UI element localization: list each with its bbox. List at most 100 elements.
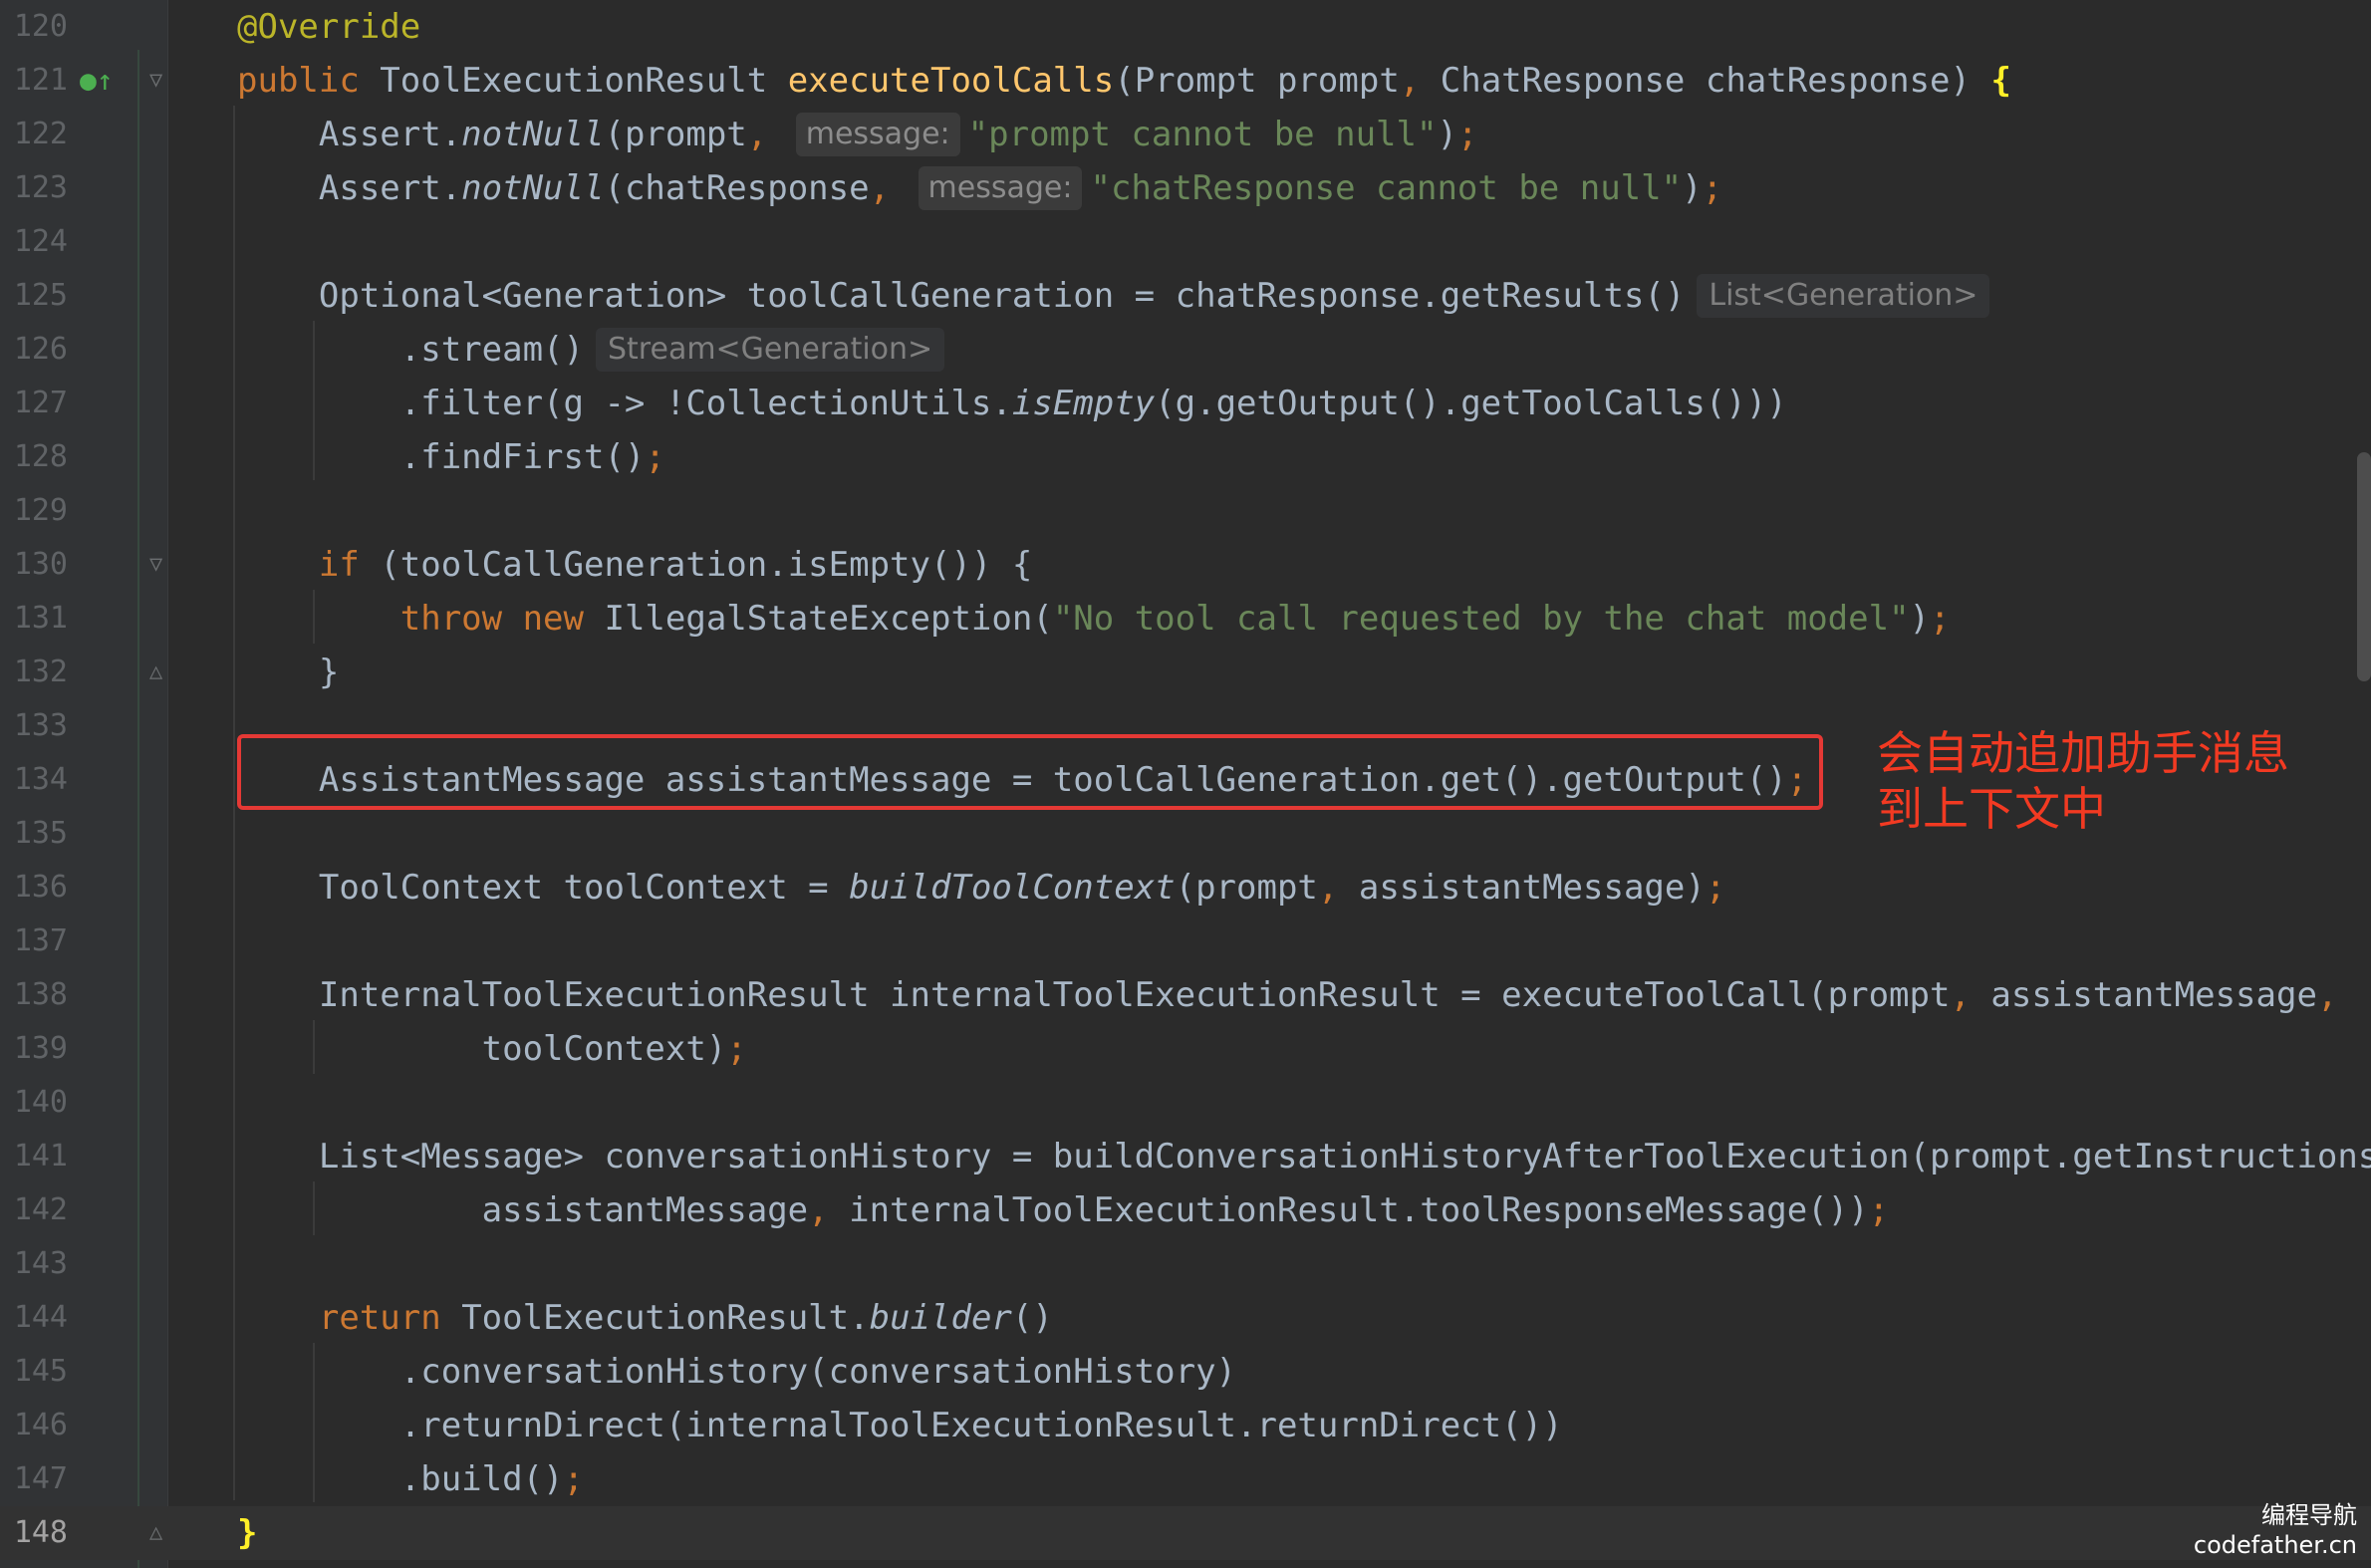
line-number: 135 — [13, 816, 68, 851]
code-line[interactable]: 143 — [0, 1237, 2371, 1291]
fold-icon[interactable]: ▽ — [149, 554, 171, 576]
code-line[interactable]: 140 — [0, 1076, 2371, 1130]
code-line[interactable]: 141 List<Message> conversationHistory = … — [0, 1130, 2371, 1183]
code-token: ; — [1705, 868, 1726, 908]
code-line[interactable]: 130 if (toolCallGeneration.isEmpty()) { — [0, 538, 2371, 592]
code-line[interactable]: 139 toolContext); — [0, 1022, 2371, 1076]
code-text[interactable]: if (toolCallGeneration.isEmpty()) { — [237, 538, 1032, 592]
code-text[interactable]: .findFirst(); — [237, 430, 665, 484]
code-token: , — [1317, 868, 1359, 908]
code-token: .returnDirect(internalToolExecutionResul… — [237, 1406, 1563, 1445]
code-text[interactable]: .build(); — [237, 1452, 584, 1506]
line-number: 146 — [13, 1408, 68, 1442]
code-editor[interactable]: 120 @Override 121 public ToolExecutionResul… — [0, 0, 2371, 1568]
code-token: .filter(g -> !CollectionUtils. — [237, 384, 1012, 423]
override-method-icon[interactable]: ●↑ — [80, 54, 114, 108]
code-line[interactable]: 122 Assert.notNull(prompt, message: "prom… — [0, 108, 2371, 161]
line-number: 147 — [13, 1461, 68, 1496]
code-line[interactable]: 144 return ToolExecutionResult.builder() — [0, 1291, 2371, 1345]
code-text[interactable]: .stream() Stream<Generation> — [237, 323, 945, 377]
code-token: () — [1011, 1298, 1053, 1338]
code-token: "prompt cannot be null" — [967, 115, 1438, 154]
line-number: 142 — [13, 1192, 68, 1227]
code-token: InternalToolExecutionResult internalTool… — [237, 975, 1951, 1015]
code-line[interactable]: 123 Assert.notNull(chatResponse, message… — [0, 161, 2371, 215]
code-token: (Prompt prompt — [1114, 61, 1400, 101]
code-text[interactable]: } — [237, 1506, 257, 1560]
code-text[interactable]: Optional<Generation> toolCallGeneration … — [237, 269, 1990, 323]
code-text[interactable]: List<Message> conversationHistory = buil… — [237, 1130, 2371, 1183]
annotation-line-2: 到上下文中 — [1877, 782, 2106, 836]
code-text[interactable]: toolContext); — [237, 1022, 747, 1076]
code-token: assistantMessage — [1990, 975, 2317, 1015]
code-line[interactable]: 126 .stream() Stream<Generation> — [0, 323, 2371, 377]
code-token: , — [808, 1190, 850, 1230]
line-number: 145 — [13, 1354, 68, 1389]
code-text[interactable]: public ToolExecutionResult executeToolCa… — [237, 54, 2011, 108]
code-line[interactable]: 148} — [0, 1506, 2371, 1560]
code-token: executeToolCalls — [787, 61, 1115, 101]
code-token: , — [1950, 975, 1991, 1015]
code-text[interactable]: throw new IllegalStateException("No tool… — [237, 592, 1951, 646]
code-line[interactable]: 136 ToolContext toolContext = buildToolC… — [0, 861, 2371, 915]
code-line[interactable]: 132 } — [0, 646, 2371, 699]
line-number: 134 — [13, 762, 68, 797]
code-text[interactable]: } — [237, 646, 339, 699]
code-text[interactable]: .returnDirect(internalToolExecutionResul… — [237, 1399, 1563, 1452]
code-token: internalToolExecutionResult.toolResponse… — [849, 1190, 1869, 1230]
line-number: 126 — [13, 332, 68, 367]
code-text[interactable]: return ToolExecutionResult.builder() — [237, 1291, 1053, 1345]
code-line[interactable]: 125 Optional<Generation> toolCallGenerat… — [0, 269, 2371, 323]
fold-icon[interactable]: ▽ — [149, 70, 171, 92]
code-token: (toolCallGeneration.isEmpty()) { — [380, 545, 1033, 585]
code-text[interactable]: .conversationHistory(conversationHistory… — [237, 1345, 1236, 1399]
code-token: ; — [1930, 599, 1951, 639]
code-text[interactable]: Assert.notNull(prompt, message: "prompt c… — [237, 108, 1477, 161]
code-line[interactable]: 128 .findFirst(); — [0, 430, 2371, 484]
line-number: 120 — [13, 9, 68, 44]
code-token: ) — [1682, 168, 1703, 208]
fold-end-icon[interactable]: △ — [149, 661, 171, 683]
code-line[interactable]: 127 .filter(g -> !CollectionUtils.isEmpt… — [0, 377, 2371, 430]
vertical-scrollbar[interactable] — [2357, 452, 2371, 681]
line-number: 140 — [13, 1085, 68, 1120]
code-token: Assert. — [237, 115, 462, 154]
code-line[interactable]: 129 — [0, 484, 2371, 538]
code-text[interactable]: Assert.notNull(chatResponse, message: "ch… — [237, 161, 1722, 215]
line-number: 125 — [13, 278, 68, 313]
code-line[interactable]: 147 .build(); — [0, 1452, 2371, 1506]
code-line[interactable]: 124 — [0, 215, 2371, 269]
code-text[interactable]: .filter(g -> !CollectionUtils.isEmpty(g.… — [237, 377, 1787, 430]
code-text[interactable]: InternalToolExecutionResult internalTool… — [237, 968, 2338, 1022]
code-line[interactable]: 131 throw new IllegalStateException("No … — [0, 592, 2371, 646]
fold-end-icon[interactable]: △ — [149, 1522, 171, 1544]
code-line[interactable]: 146 .returnDirect(internalToolExecutionR… — [0, 1399, 2371, 1452]
code-line[interactable]: 138 InternalToolExecutionResult internal… — [0, 968, 2371, 1022]
line-number: 137 — [13, 923, 68, 958]
line-number: 133 — [13, 708, 68, 743]
code-line[interactable]: 142 assistantMessage, internalToolExecut… — [0, 1183, 2371, 1237]
code-token: (prompt — [1175, 868, 1318, 908]
code-line[interactable]: 137 — [0, 915, 2371, 968]
code-token: "No tool call requested by the chat mode… — [1052, 599, 1910, 639]
code-token: ToolExecutionResult — [380, 61, 788, 101]
line-number: 143 — [13, 1246, 68, 1281]
watermark-title: 编程导航 — [2261, 1501, 2357, 1529]
code-text[interactable]: ToolContext toolContext = buildToolConte… — [237, 861, 1725, 915]
line-number: 127 — [13, 386, 68, 420]
code-line[interactable]: 145 .conversationHistory(conversationHis… — [0, 1345, 2371, 1399]
code-text[interactable]: @Override — [237, 0, 420, 54]
line-number: 139 — [13, 1031, 68, 1066]
code-token: ) — [1909, 599, 1931, 639]
code-token: isEmpty — [1011, 384, 1156, 423]
code-text[interactable]: assistantMessage, internalToolExecutionR… — [237, 1183, 1889, 1237]
line-number: 136 — [13, 870, 68, 905]
code-line[interactable]: 121 public ToolExecutionResult executeToo… — [0, 54, 2371, 108]
code-token: (chatResponse — [604, 168, 870, 208]
code-token: ToolExecutionResult. — [461, 1298, 870, 1338]
line-number: 129 — [13, 493, 68, 528]
code-token: ToolContext toolContext = — [237, 868, 850, 908]
code-line[interactable]: 120 @Override — [0, 0, 2371, 54]
code-token: List<Message> conversationHistory = buil… — [237, 1137, 2371, 1176]
